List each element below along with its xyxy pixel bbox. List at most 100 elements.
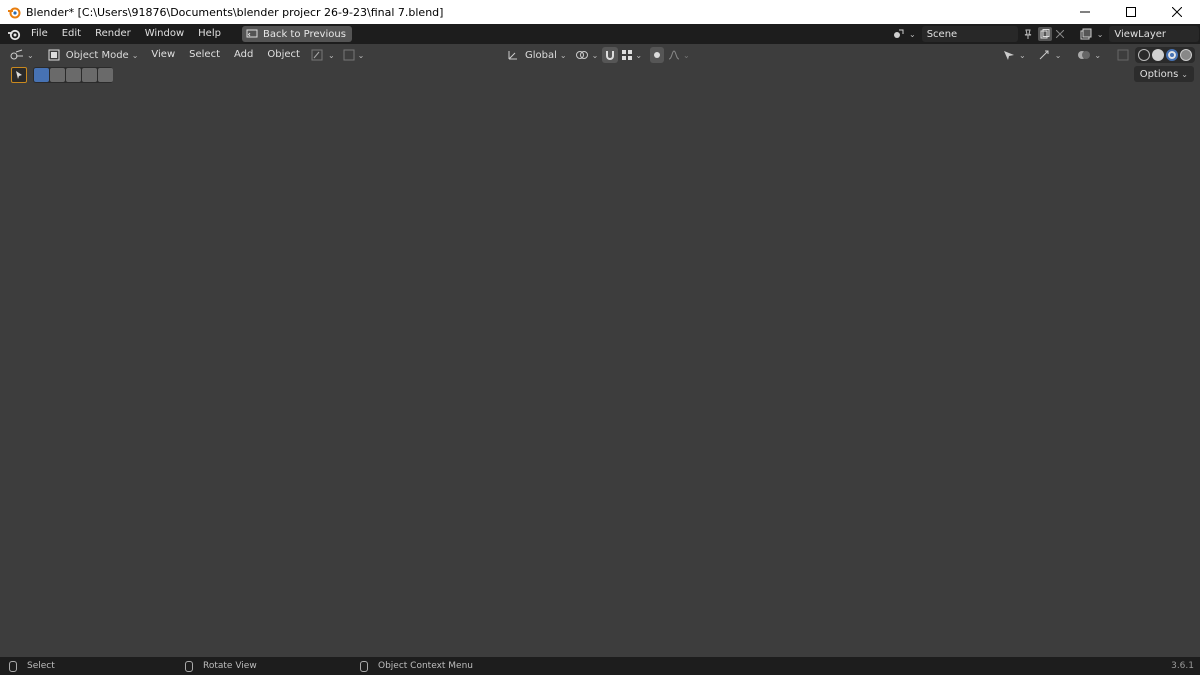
scene-selector-icon[interactable] [890,26,906,42]
active-tool-select-button[interactable] [11,67,27,83]
right-sidebar-expand-icon[interactable]: ‹ [1194,96,1198,106]
maximize-icon [1126,7,1136,17]
delete-scene-icon[interactable] [1052,26,1068,42]
view-layer-field[interactable]: ViewLayer [1109,26,1200,42]
view-layer-icon[interactable] [1078,26,1094,42]
status-context-hint: Object Context Menu [360,657,473,675]
menu-render[interactable]: Render [88,24,138,44]
snap-grid-icon [622,50,633,60]
model-glow-band [375,349,781,393]
viewport-header: ⌄ Object Mode ⌄ View Select Add Object ⌄… [0,44,1200,66]
left-toolbar-expand-icon[interactable]: › [2,96,6,106]
blender-topbar: File Edit Render Window Help Back to Pre… [0,24,1200,44]
screen-back-icon [246,29,258,38]
menu-help[interactable]: Help [191,24,228,44]
view-layer-dropdown-chevron-icon[interactable]: ⌄ [1097,30,1104,39]
select-difference-mode-icon[interactable] [81,68,97,82]
options-label: Options [1139,68,1179,80]
minimize-icon [1080,11,1090,13]
selection-mode-group [33,67,113,83]
blender-app-icon [6,4,22,20]
new-scene-icon[interactable] [1037,27,1052,41]
select-intersect-mode-icon[interactable] [97,68,113,82]
object-mode-dropdown[interactable]: Object Mode ⌄ [44,46,143,64]
status-rotate-hint: Rotate View [185,657,257,675]
menu-file[interactable]: File [24,24,55,44]
pin-icon[interactable] [1020,26,1036,42]
falloff-curve-icon [668,50,680,60]
gizmo-icon [311,49,323,61]
model-neck [505,516,655,574]
select-extend-mode-icon[interactable] [49,68,65,82]
mouse-left-icon [9,660,17,672]
overlays-circles-icon [1078,51,1091,59]
material-preview-shading-icon[interactable] [1166,49,1179,61]
back-to-previous-button[interactable]: Back to Previous [241,26,352,42]
viewport-menu-view[interactable]: View [144,45,182,65]
status-context-label: Object Context Menu [378,661,474,671]
blender-logo-icon[interactable] [4,24,24,44]
status-select-label: Select [27,661,55,671]
window-title: Blender* [C:\Users\91876\Documents\blend… [26,5,444,19]
view-layer-label: ViewLayer [1114,28,1167,40]
menu-edit[interactable]: Edit [55,24,88,44]
3d-viewport[interactable]: › ‹ [0,44,1200,657]
proportional-edit-button[interactable] [650,47,665,63]
transform-orientation-dropdown[interactable]: Global ⌄ [503,46,571,64]
viewport-scene [0,118,1200,624]
orientation-axis-icon [508,51,517,60]
pivot-link-icon [575,51,588,59]
viewport-menu-select[interactable]: Select [182,45,227,65]
close-icon [1172,7,1182,17]
version-label: 3.6.1 [1171,661,1194,671]
gizmos-button[interactable]: ⌄ [1034,46,1066,64]
viewport-menu-add[interactable]: Add [227,45,260,65]
falloff-dropdown[interactable]: ⌄ [664,46,694,64]
window-titlebar: Blender* [C:\Users\91876\Documents\blend… [0,0,1200,24]
rendered-shading-icon[interactable] [1180,49,1193,61]
solid-shading-icon[interactable] [1152,49,1165,61]
options-dropdown[interactable]: Options ⌄ [1133,66,1194,82]
select-subtract-mode-icon[interactable] [65,68,81,82]
pivot-point-dropdown[interactable]: ⌄ [571,46,603,64]
model-top-cap [432,118,738,184]
status-bar: Select Rotate View Object Context Menu 3… [0,657,1200,675]
viewport-grid [0,273,1200,495]
model-body [379,168,778,520]
object-mode-icon [48,49,60,61]
shading-modes-group [1135,47,1196,63]
overlay-icon [343,49,355,61]
snap-magnet-icon [606,51,615,60]
status-select-hint: Select [9,657,55,675]
scene-name-label: Scene [926,28,958,40]
back-to-previous-label: Back to Previous [262,28,346,40]
menu-window[interactable]: Window [138,24,191,44]
overlay-toggle-button[interactable]: ⌄ [339,46,369,64]
select-cursor-icon [16,71,22,79]
select-new-mode-icon[interactable] [33,68,49,82]
maximize-button[interactable] [1108,0,1154,24]
transform-orientation-label: Global [525,49,557,61]
mouse-right-icon [360,660,368,672]
proportional-dot-icon [654,52,661,58]
scene-dropdown-chevron-icon[interactable]: ⌄ [909,30,916,39]
gizmo-toggle-button[interactable]: ⌄ [307,46,339,64]
object-mode-label: Object Mode [65,49,129,61]
editor-type-button[interactable]: ⌄ [6,46,38,64]
snap-toggle-button[interactable] [602,47,619,63]
xray-icon [1117,49,1129,61]
viewport-menu-object[interactable]: Object [260,45,307,65]
xray-toggle-button[interactable] [1113,46,1133,64]
visibility-selectability-dropdown[interactable]: ⌄ [998,46,1030,64]
wireframe-shading-icon[interactable] [1138,49,1151,61]
cursor-arrow-icon [1004,51,1014,60]
tool-settings-row: Options ⌄ [0,66,1200,84]
mouse-middle-icon [185,660,193,672]
model-base [500,546,665,624]
overlays-button[interactable]: ⌄ [1073,46,1105,64]
snap-target-dropdown[interactable]: ⌄ [618,46,646,64]
close-button[interactable] [1154,0,1200,24]
scene-name-field[interactable]: Scene [921,26,1018,42]
minimize-button[interactable] [1062,0,1108,24]
editor-type-icon [10,49,23,60]
